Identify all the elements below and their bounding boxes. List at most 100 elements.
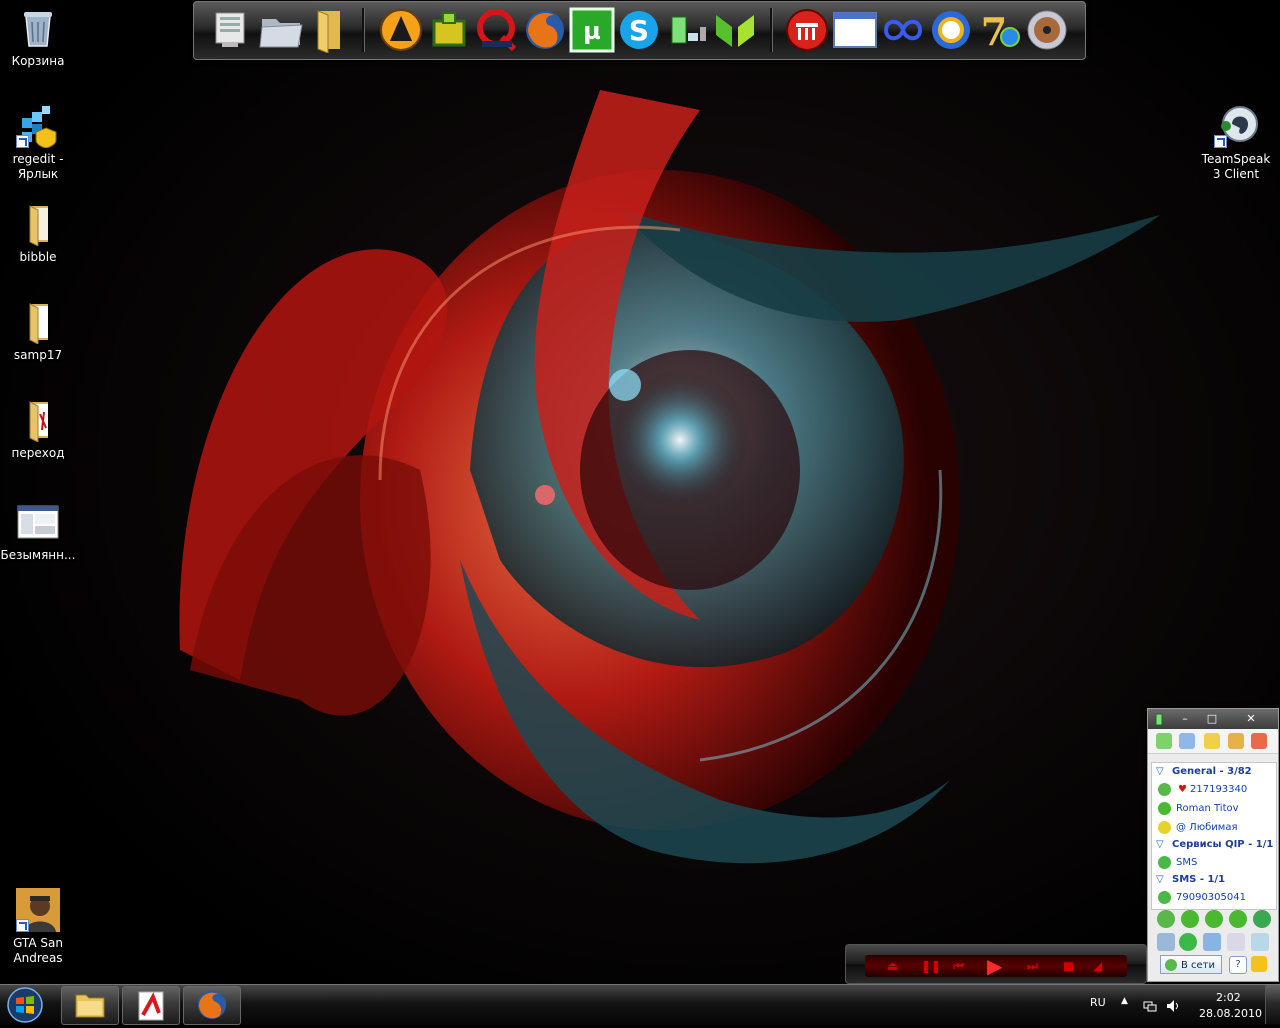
desktop-icon-label: Безымянн... — [0, 548, 76, 562]
pause-icon[interactable]: ❚❚ — [921, 960, 941, 972]
hourglass-icon[interactable] — [1251, 933, 1269, 951]
window-icon[interactable] — [832, 7, 878, 53]
game-icon[interactable] — [426, 7, 472, 53]
online-status-icon — [1158, 783, 1171, 796]
status-flower-icon[interactable] — [1181, 910, 1199, 928]
shortcut-arrow-icon — [16, 135, 29, 148]
language-indicator[interactable]: RU — [1090, 996, 1106, 1009]
desktop-icon-regedit[interactable]: regedit - Ярлык — [0, 104, 76, 182]
qip-actions-row — [1151, 931, 1275, 953]
media-player-toolbar: ⏏ ❚❚ ⏮ ▶ ⏭ ■ ◢ — [845, 944, 1147, 984]
close-button[interactable]: ✕ — [1234, 711, 1268, 726]
contact-name: SMS — [1176, 857, 1198, 868]
qip-icon[interactable] — [664, 7, 710, 53]
status-online-icon[interactable] — [1157, 910, 1175, 928]
network-icon[interactable] — [1143, 998, 1157, 1012]
user-icon[interactable] — [1251, 956, 1267, 972]
sms-icon — [1158, 891, 1171, 904]
media-controls-panel: ⏏ ❚❚ ⏮ ▶ ⏭ ■ ◢ — [865, 955, 1127, 977]
clock-date[interactable]: 28.08.2010 — [1199, 1007, 1262, 1020]
folder-icon — [16, 300, 60, 345]
desktop-icon-perekhod[interactable]: переход — [0, 398, 76, 461]
contact-group-header[interactable]: ▽ SMS - 1/1 — [1152, 871, 1276, 888]
status-select-button[interactable]: В сети — [1160, 955, 1222, 974]
flash-icon[interactable] — [712, 7, 758, 53]
phone-icon[interactable] — [1179, 933, 1197, 951]
svg-text:µ: µ — [583, 17, 601, 45]
contact-item[interactable]: 79090305041 — [1152, 889, 1276, 906]
status-flower-icon[interactable] — [1205, 910, 1223, 928]
skype-icon[interactable]: S — [616, 7, 662, 53]
gear-sun-icon[interactable] — [928, 7, 974, 53]
play-icon[interactable]: ▶ — [987, 956, 1002, 976]
expand-arrow-icon: ▽ — [1156, 766, 1164, 777]
desktop-icon-bibble[interactable]: bibble — [0, 202, 76, 265]
desktop-icon-label: TeamSpeak 3 Client — [1201, 152, 1271, 181]
contact-item[interactable]: ♥ 217193340 — [1152, 781, 1276, 798]
desktop-icon-label: regedit - Ярлык — [12, 152, 64, 181]
eject-icon[interactable]: ⏏ — [887, 960, 898, 972]
desktop-icon-recycle-bin[interactable]: Корзина — [0, 6, 76, 69]
dock-separator — [770, 8, 773, 52]
contact-item[interactable]: @ Любимая — [1152, 819, 1276, 836]
status-flower-icon[interactable] — [1229, 910, 1247, 928]
opera-q-icon[interactable] — [474, 7, 520, 53]
contact-name: 217193340 — [1190, 784, 1248, 795]
clock-time[interactable]: 2:02 — [1216, 991, 1241, 1004]
contact-item[interactable]: Roman Titov — [1152, 800, 1276, 817]
documents-folder-icon[interactable] — [258, 7, 304, 53]
desktop-wallpaper — [0, 0, 1280, 1024]
desktop-icon-label: Корзина — [11, 54, 65, 68]
svg-text:S: S — [629, 14, 649, 47]
phone-book-icon[interactable] — [1157, 933, 1175, 951]
show-hidden-icons-icon[interactable]: ▲ — [1121, 996, 1128, 1006]
help-icon[interactable]: ? — [1229, 956, 1247, 974]
qip-status-bar: В сети ? — [1151, 954, 1275, 976]
status-label: В сети — [1180, 960, 1215, 971]
contact-item[interactable]: SMS — [1152, 854, 1276, 871]
shortcut-arrow-icon — [16, 919, 29, 932]
maximize-button[interactable]: □ — [1200, 711, 1224, 726]
taskbar-firefox-button[interactable] — [183, 986, 241, 1025]
desktop-icon-label: bibble — [19, 250, 57, 264]
qip-titlebar[interactable]: – □ ✕ — [1148, 709, 1278, 729]
infinity-icon[interactable] — [880, 7, 926, 53]
history-icon[interactable] — [1228, 733, 1244, 749]
sound-icon[interactable] — [1204, 733, 1220, 749]
minimize-button[interactable]: – — [1173, 711, 1197, 726]
utorrent-icon[interactable]: µ — [569, 7, 615, 53]
disc-icon[interactable] — [1024, 7, 1070, 53]
next-icon[interactable]: ⏭ — [1027, 960, 1038, 972]
show-desktop-button[interactable] — [1265, 985, 1280, 1024]
volume-icon[interactable] — [1166, 998, 1180, 1012]
edit-icon[interactable] — [1227, 933, 1245, 951]
calendar-icon[interactable] — [1251, 733, 1267, 749]
aimp-icon[interactable] — [378, 7, 424, 53]
red-circle-app-icon[interactable] — [784, 7, 830, 53]
desktop-icon-teamspeak[interactable]: TeamSpeak 3 Client — [1198, 104, 1274, 182]
desktop-icon-gta[interactable]: GTA San Andreas — [0, 888, 76, 966]
contact-list: ▽ General - 3/82 ♥ 217193340 Roman Titov… — [1151, 762, 1277, 910]
taskbar-acrobat-button[interactable] — [122, 986, 180, 1025]
desktop-icon-untitled[interactable]: Безымянн... — [0, 500, 76, 563]
stop-icon[interactable]: ■ — [1063, 960, 1074, 972]
previous-icon[interactable]: ⏮ — [953, 960, 964, 972]
contact-name: @ Любимая — [1176, 822, 1238, 833]
firefox-icon[interactable] — [522, 7, 568, 53]
notes-icon[interactable] — [1179, 733, 1195, 749]
registry-editor-icon — [16, 104, 60, 149]
smiley-status-icon — [1158, 821, 1171, 834]
computer-icon[interactable] — [208, 7, 254, 53]
volume-icon[interactable]: ◢ — [1093, 960, 1102, 972]
folder-icon[interactable] — [306, 7, 352, 54]
desktop-icon-samp17[interactable]: samp17 — [0, 300, 76, 363]
search-users-icon[interactable] — [1203, 933, 1221, 951]
status-at-icon[interactable] — [1253, 910, 1271, 928]
start-button[interactable] — [2, 986, 48, 1024]
windows7-logo-icon[interactable]: 7 — [976, 7, 1022, 54]
contact-group-header[interactable]: ▽ Сервисы QIP - 1/1 — [1152, 836, 1276, 853]
taskbar-explorer-button[interactable] — [61, 986, 119, 1025]
contacts-icon[interactable] — [1156, 733, 1172, 749]
contact-group-header[interactable]: ▽ General - 3/82 — [1152, 763, 1276, 780]
acrobat-icon — [138, 991, 164, 1021]
